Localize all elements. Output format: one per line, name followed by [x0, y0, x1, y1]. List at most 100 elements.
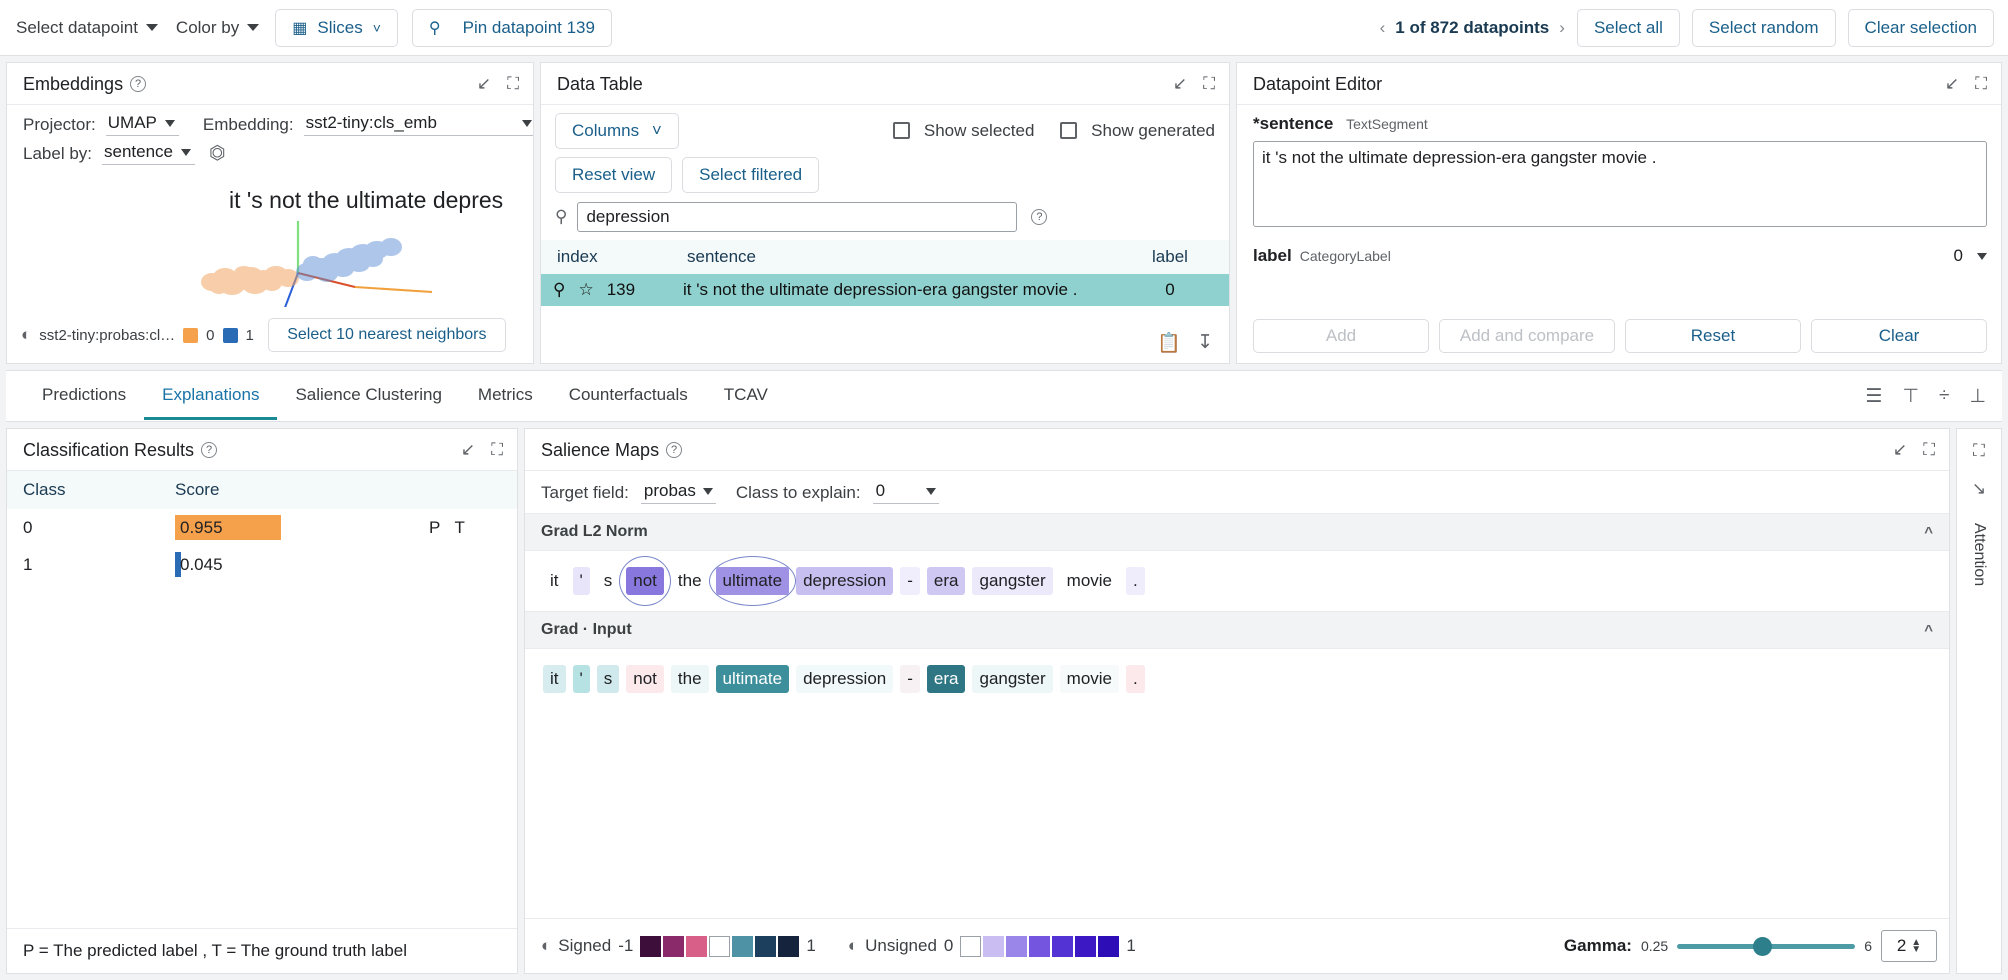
label-by-select[interactable]: sentence	[102, 142, 195, 165]
tab-counterfactuals[interactable]: Counterfactuals	[551, 372, 706, 420]
column-header-label[interactable]: label	[1125, 247, 1215, 267]
datapoint-navigator: ‹ 1 of 872 datapoints ›	[1380, 18, 1565, 38]
class-to-explain-select[interactable]: 0	[873, 481, 939, 504]
embeddings-legend-footer: ◐ sst2-tiny:probas:cl… 0 1 Select 10 nea…	[7, 307, 533, 363]
gamma-label: Gamma:	[1564, 936, 1632, 956]
sentence-textarea[interactable]: it 's not the ultimate depression-era ga…	[1253, 141, 1987, 227]
salience-token: it	[543, 665, 566, 693]
salience-token: .	[1126, 567, 1145, 595]
help-icon[interactable]: ?	[666, 442, 682, 458]
add-and-compare-button[interactable]: Add and compare	[1439, 319, 1615, 353]
unsigned-colormap-legend[interactable]: ◐ Unsigned 0 1	[848, 936, 1136, 957]
select-random-button[interactable]: Select random	[1692, 9, 1836, 47]
show-selected-toggle[interactable]: Show selected	[893, 121, 1034, 141]
align-bottom-icon[interactable]: ⊥	[1969, 385, 1986, 408]
pin-icon: ⚲	[429, 18, 441, 38]
align-top-icon[interactable]: ⊤	[1902, 385, 1919, 408]
select-nearest-neighbors-button[interactable]: Select 10 nearest neighbors	[268, 318, 506, 352]
select-all-button[interactable]: Select all	[1577, 9, 1680, 47]
minimize-icon[interactable]: ↙	[1945, 74, 1959, 94]
expand-icon[interactable]: ⛶	[1923, 440, 1935, 460]
minimize-icon[interactable]: ↘	[1972, 479, 1986, 499]
embeddings-scatter-canvas[interactable]: it 's not the ultimate depres	[7, 173, 533, 307]
column-header-index[interactable]: index	[557, 247, 687, 267]
show-generated-toggle[interactable]: Show generated	[1060, 121, 1215, 141]
tab-metrics[interactable]: Metrics	[460, 372, 551, 420]
star-icon[interactable]: ☆	[578, 280, 593, 300]
reset-view-button[interactable]: Reset view	[555, 157, 672, 193]
cube-reset-icon[interactable]: ⏣	[209, 142, 226, 165]
palette-icon: ◐	[21, 325, 31, 345]
select-filtered-button[interactable]: Select filtered	[682, 157, 819, 193]
pin-icon[interactable]: ⚲	[553, 280, 565, 300]
gamma-number-input[interactable]: 2 ▲▼	[1881, 930, 1937, 962]
salience-maps-module: Salience Maps ? ↙ ⛶ Target field: probas…	[524, 428, 1950, 974]
gamma-slider[interactable]	[1677, 944, 1855, 949]
minimize-icon[interactable]: ↙	[461, 440, 475, 460]
embeddings-module: Embeddings ? ↙ ⛶ Projector: UMAP Embeddi…	[6, 62, 534, 364]
classification-results-header: Classification Results ? ↙ ⛶	[7, 429, 517, 471]
salience-group-header-grad-l2-norm[interactable]: Grad L2 Norm ^	[525, 513, 1949, 551]
label-value-select[interactable]: 0	[1954, 246, 1987, 266]
download-icon[interactable]: ↧	[1197, 331, 1213, 355]
chevron-down-icon: ˅	[373, 20, 381, 36]
gamma-slider-thumb[interactable]	[1753, 937, 1772, 956]
add-button[interactable]: Add	[1253, 319, 1429, 353]
label-by-label: Label by:	[23, 144, 92, 164]
chevron-up-icon[interactable]: ^	[1924, 622, 1933, 639]
table-row[interactable]: ⚲ ☆ 139 it 's not the ultimate depressio…	[541, 274, 1229, 306]
salience-maps-header: Salience Maps ? ↙ ⛶	[525, 429, 1949, 471]
show-selected-checkbox[interactable]	[893, 122, 910, 139]
stepper-icon[interactable]: ▲▼	[1911, 939, 1921, 953]
column-header-sentence[interactable]: sentence	[687, 247, 1125, 267]
datapoint-counter: 1 of 872 datapoints	[1395, 18, 1549, 38]
layout-rows-icon[interactable]: ☰	[1865, 385, 1882, 408]
salience-maps-controls: ↙ ⛶	[1893, 440, 1935, 460]
signed-colormap-legend[interactable]: ◐ Signed -1 1	[541, 936, 816, 957]
colormap-swatch	[732, 936, 753, 957]
reset-button[interactable]: Reset	[1625, 319, 1801, 353]
help-icon[interactable]: ?	[1031, 209, 1047, 225]
prev-datapoint-button[interactable]: ‹	[1380, 18, 1386, 38]
tab-salience-clustering[interactable]: Salience Clustering	[277, 372, 459, 420]
cluster-class-1	[296, 238, 402, 282]
slices-button[interactable]: ▦ Slices ˅	[275, 9, 398, 47]
show-generated-label: Show generated	[1091, 121, 1215, 140]
expand-icon[interactable]: ⛶	[507, 74, 519, 94]
columns-button[interactable]: Columns ˅	[555, 113, 679, 149]
palette-icon: ◐	[541, 936, 551, 956]
chevron-up-icon[interactable]: ^	[1924, 524, 1933, 541]
tab-tcav[interactable]: TCAV	[706, 372, 786, 420]
salience-group-header-grad-input[interactable]: Grad · Input ^	[525, 611, 1949, 649]
next-datapoint-button[interactable]: ›	[1559, 18, 1565, 38]
clear-selection-button[interactable]: Clear selection	[1848, 9, 1994, 47]
show-generated-checkbox[interactable]	[1060, 122, 1077, 139]
expand-icon[interactable]: ⛶	[1973, 441, 1985, 461]
tab-predictions[interactable]: Predictions	[24, 372, 144, 420]
attention-collapsed-panel[interactable]: ⛶ ↘ Attention	[1956, 428, 2002, 974]
classification-results-module: Classification Results ? ↙ ⛶ Class Score…	[6, 428, 518, 974]
tab-explanations[interactable]: Explanations	[144, 372, 277, 420]
projector-select[interactable]: UMAP	[106, 113, 179, 136]
expand-icon[interactable]: ⛶	[1203, 74, 1215, 94]
copy-icon[interactable]: 📋	[1157, 331, 1181, 355]
clear-button[interactable]: Clear	[1811, 319, 1987, 353]
pin-datapoint-button[interactable]: ⚲ Pin datapoint 139	[412, 9, 612, 47]
align-center-icon[interactable]: ÷	[1939, 385, 1949, 407]
color-by-menu[interactable]: Color by	[174, 14, 261, 42]
help-icon[interactable]: ?	[201, 442, 217, 458]
colormap-swatch	[1098, 936, 1119, 957]
row-index-value: 139	[607, 280, 635, 300]
minimize-icon[interactable]: ↙	[477, 74, 491, 94]
minimize-icon[interactable]: ↙	[1893, 440, 1907, 460]
minimize-icon[interactable]: ↙	[1173, 74, 1187, 94]
main-area: Embeddings ? ↙ ⛶ Projector: UMAP Embeddi…	[0, 56, 2008, 980]
expand-icon[interactable]: ⛶	[491, 440, 503, 460]
tab-bar-right-controls: ☰ ⊤ ÷ ⊥	[1865, 385, 1994, 408]
search-input[interactable]	[577, 202, 1017, 232]
embedding-select[interactable]: sst2-tiny:cls_emb	[304, 113, 534, 136]
select-datapoint-menu[interactable]: Select datapoint	[14, 14, 160, 42]
expand-icon[interactable]: ⛶	[1975, 74, 1987, 94]
help-icon[interactable]: ?	[130, 76, 146, 92]
target-field-select[interactable]: probas	[641, 481, 716, 504]
